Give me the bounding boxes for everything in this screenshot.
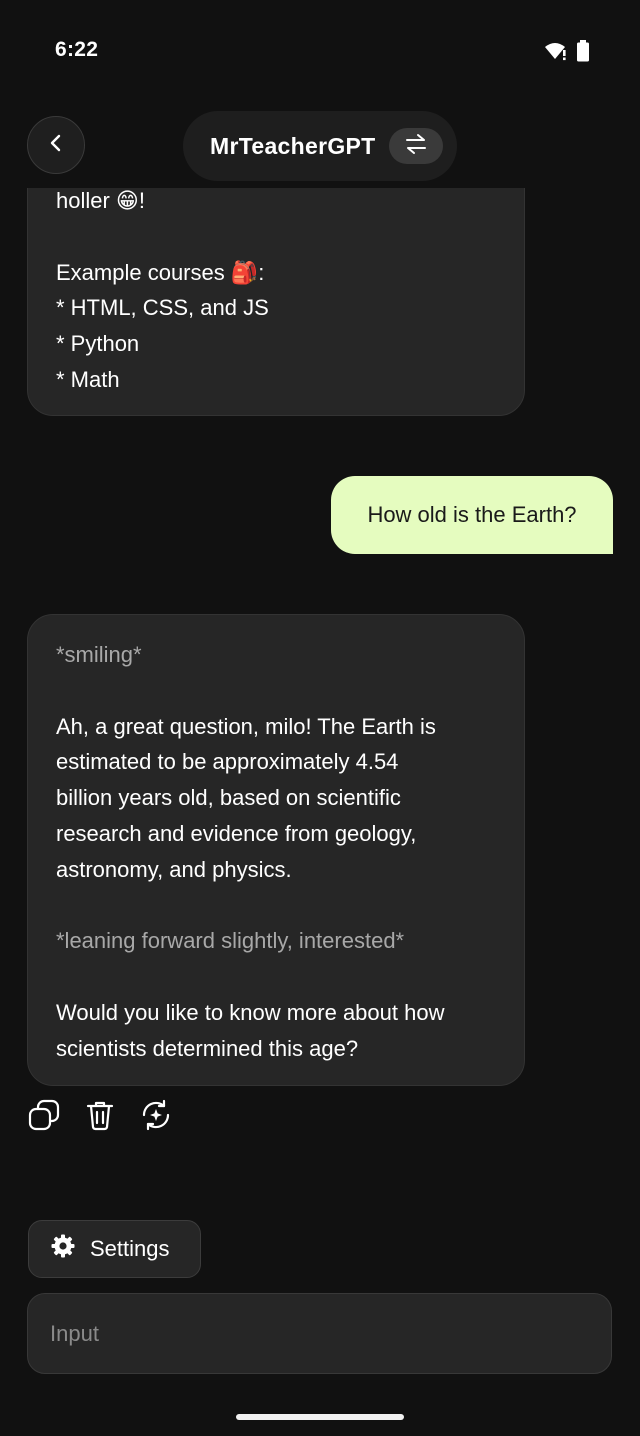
status-icons — [544, 40, 590, 67]
message-input-box[interactable] — [27, 1293, 612, 1374]
message-actions — [27, 1098, 173, 1137]
message-line: estimated to be approximately 4.54 — [56, 749, 399, 775]
message-line — [56, 959, 496, 995]
message-line: scientists determined this age? — [56, 1035, 359, 1061]
copy-icon — [27, 1098, 61, 1137]
settings-label: Settings — [90, 1236, 170, 1261]
swap-arrows-icon — [404, 133, 428, 160]
user-message-text: How old is the Earth? — [367, 502, 577, 527]
message-line — [56, 673, 496, 709]
user-message: How old is the Earth? — [331, 476, 613, 554]
status-time: 6:22 — [55, 38, 99, 61]
battery-icon — [576, 40, 590, 67]
message-line: * HTML, CSS, and JS — [56, 295, 269, 321]
message-line — [56, 219, 496, 255]
trash-icon — [83, 1098, 117, 1137]
character-title-pill[interactable]: MrTeacherGPT — [183, 111, 457, 181]
message-line: billion years old, based on scientific — [56, 785, 401, 811]
gear-icon — [50, 1233, 76, 1265]
home-indicator[interactable] — [236, 1414, 404, 1420]
message-action-line: *leaning forward slightly, interested* — [56, 928, 405, 954]
message-input[interactable] — [48, 1319, 592, 1348]
chevron-left-icon — [46, 133, 66, 158]
message-line: * Python — [56, 331, 140, 357]
delete-button[interactable] — [83, 1100, 117, 1134]
bot-message-previous: holler 😁! Example courses 🎒: * HTML, CSS… — [27, 188, 525, 416]
regenerate-button[interactable] — [139, 1098, 173, 1137]
wifi-alert-icon — [544, 41, 568, 66]
message-line: Example courses 🎒: — [56, 259, 265, 285]
message-line: * Math — [56, 366, 120, 392]
copy-button[interactable] — [27, 1098, 61, 1137]
swap-character-button[interactable] — [389, 128, 443, 164]
character-title: MrTeacherGPT — [210, 132, 376, 159]
message-line: Ah, a great question, milo! The Earth is — [56, 713, 436, 739]
regenerate-icon — [139, 1098, 173, 1137]
status-bar: 6:22 — [0, 0, 640, 100]
message-list[interactable]: holler 😁! Example courses 🎒: * HTML, CSS… — [0, 188, 640, 1208]
message-line: research and evidence from geology, — [56, 820, 417, 846]
message-action-line: *smiling* — [56, 642, 142, 667]
message-line: holler 😁! — [56, 188, 145, 213]
settings-button[interactable]: Settings — [28, 1220, 201, 1278]
message-line: Would you like to know more about how — [56, 999, 445, 1025]
bot-message-reply: *smiling* Ah, a great question, milo! Th… — [27, 614, 525, 1086]
message-line — [56, 888, 496, 924]
back-button[interactable] — [27, 116, 85, 174]
message-line: astronomy, and physics. — [56, 856, 292, 882]
